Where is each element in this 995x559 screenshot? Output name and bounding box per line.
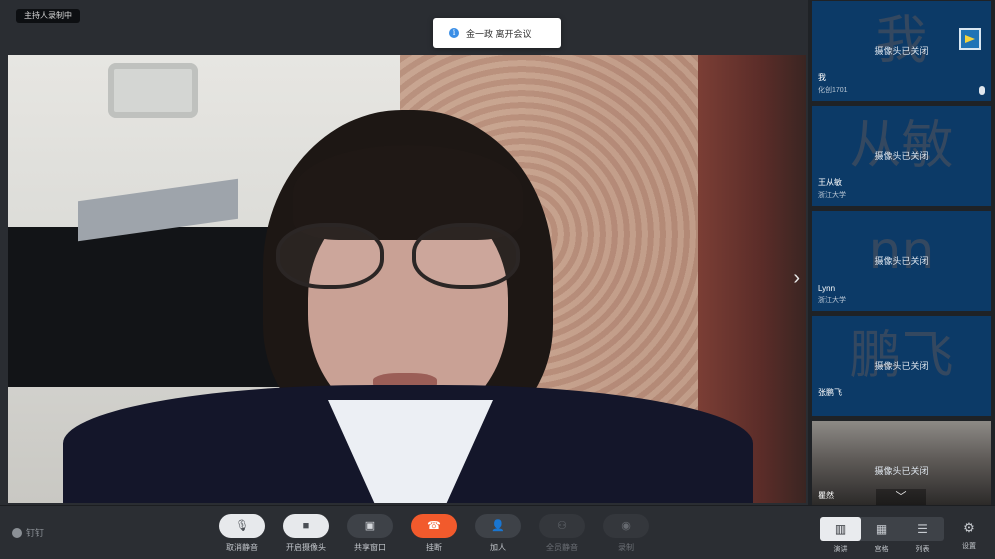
record-icon: ◉	[603, 514, 649, 538]
list-view-label: 列表	[915, 546, 930, 553]
camera-off-status: 摄像头已关闭	[874, 256, 929, 266]
hangup-icon: ☎	[411, 514, 457, 538]
participant-list: 我 摄像头已关闭 我 化创1701 从敏 摄像头已关闭 王从敏 浙江大学 nn …	[808, 0, 995, 505]
speaker-glasses-left	[276, 223, 384, 289]
camera-off-status: 摄像头已关闭	[874, 466, 929, 476]
share-screen-icon: ▣	[347, 514, 393, 538]
camera-off-status: 摄像头已关闭	[874, 46, 929, 56]
avatar-initials: 从敏	[849, 116, 954, 176]
layout-switcher: ▥ ▦ ☰	[820, 517, 944, 541]
invite-button[interactable]: 👤 加人	[474, 514, 522, 553]
speaker-glasses-right	[412, 223, 520, 289]
avatar-initials: nn	[868, 221, 935, 281]
invite-label: 加人	[490, 543, 506, 552]
avatar-initials: 鹏飞	[849, 326, 954, 386]
brand-logo: 钉钉	[12, 526, 44, 539]
participant-org: 浙江大学	[818, 192, 846, 199]
gallery-view-icon[interactable]: ▦	[861, 517, 902, 541]
meeting-window: 主持人录制中 › i 金一政 离开会议 我 摄像头已关闭 我 化创1701 从敏…	[0, 0, 995, 559]
next-page-icon[interactable]: ›	[793, 267, 800, 290]
participant-org: 浙江大学	[818, 297, 846, 304]
unmute-label: 取消静音	[226, 543, 258, 552]
mic-off-icon: 🎙	[219, 514, 265, 538]
speaker-view-label: 演讲	[833, 546, 848, 553]
participant-tile[interactable]: 从敏 摄像头已关闭 王从敏 浙江大学	[812, 106, 991, 206]
camera-label: 开启摄像头	[286, 543, 326, 552]
list-view-icon[interactable]: ☰	[902, 517, 943, 541]
participant-tile[interactable]: 摄像头已关闭 瞿然 ﹀	[812, 421, 991, 505]
participant-org: 化创1701	[818, 87, 848, 94]
toast-text: 金一政 离开会议	[466, 28, 532, 39]
participant-name: 我	[818, 73, 826, 82]
participant-name: 瞿然	[818, 491, 834, 500]
settings-label: 设置	[962, 543, 976, 550]
mute-all-button[interactable]: ⚇ 全员静音	[538, 514, 586, 553]
camera-off-status: 摄像头已关闭	[874, 361, 929, 371]
dingtalk-logo-icon	[12, 527, 22, 538]
gear-icon: ⚙	[963, 520, 975, 535]
add-person-icon: 👤	[475, 514, 521, 538]
recording-badge: 主持人录制中	[16, 9, 80, 23]
notification-toast: i 金一政 离开会议	[433, 18, 561, 48]
meeting-toolbar: 钉钉 🎙 取消静音 ■ 开启摄像头 ▣ 共享窗口 ☎ 挂断 👤 加人 ⚇ 全员静…	[0, 505, 995, 559]
participant-tile[interactable]: nn 摄像头已关闭 Lynn 浙江大学	[812, 211, 991, 311]
speaker-view-icon[interactable]: ▥	[820, 517, 861, 541]
camera-off-status: 摄像头已关闭	[874, 151, 929, 161]
unmute-button[interactable]: 🎙 取消静音	[218, 514, 266, 553]
main-video-feed[interactable]: ›	[8, 55, 806, 503]
share-label: 共享窗口	[354, 543, 386, 552]
participant-name: 王从敏	[818, 178, 842, 187]
share-window-button[interactable]: ▣ 共享窗口	[346, 514, 394, 553]
main-stage: 主持人录制中 › i 金一政 离开会议	[0, 0, 808, 505]
participant-tile[interactable]: 我 摄像头已关闭 我 化创1701	[812, 1, 991, 101]
camera-off-icon: ■	[283, 514, 329, 538]
record-label: 录制	[618, 543, 634, 552]
info-icon: i	[449, 28, 459, 38]
hangup-label: 挂断	[426, 543, 442, 552]
brand-label: 钉钉	[26, 528, 45, 538]
mic-icon	[979, 86, 985, 95]
settings-button[interactable]: ⚙ 设置	[956, 520, 982, 551]
gallery-view-label: 宫格	[874, 546, 889, 553]
video-wall-device	[108, 63, 198, 118]
participant-name: 张鹏飞	[818, 388, 842, 397]
participant-tile[interactable]: 鹏飞 摄像头已关闭 张鹏飞	[812, 316, 991, 416]
hangup-button[interactable]: ☎ 挂断	[410, 514, 458, 553]
participant-name: Lynn	[818, 284, 836, 293]
camera-button[interactable]: ■ 开启摄像头	[282, 514, 330, 553]
chevron-down-icon[interactable]: ﹀	[876, 489, 926, 505]
mute-all-label: 全员静音	[546, 543, 578, 552]
mute-all-icon: ⚇	[539, 514, 585, 538]
record-button[interactable]: ◉ 录制	[602, 514, 650, 553]
